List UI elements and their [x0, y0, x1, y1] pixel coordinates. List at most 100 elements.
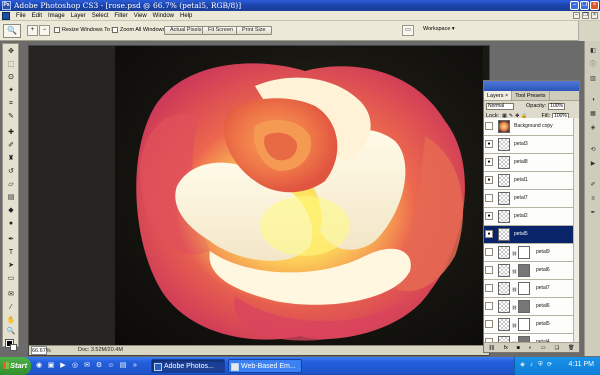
swatches-icon[interactable]: ▦: [588, 110, 598, 119]
menu-file[interactable]: File: [13, 13, 29, 19]
navigator-icon[interactable]: ◧: [588, 47, 598, 56]
mask-link-icon[interactable]: ⛓: [512, 305, 517, 310]
layers-panel-header[interactable]: [484, 81, 579, 91]
history-brush-tool-icon[interactable]: ↺: [5, 167, 17, 177]
fit-screen-button[interactable]: Fit Screen: [202, 26, 240, 35]
brushes-icon[interactable]: ✐: [588, 181, 598, 190]
tray-update-icon[interactable]: ⟳: [546, 362, 553, 369]
eraser-tool-icon[interactable]: ▱: [5, 180, 17, 190]
blend-mode-select[interactable]: Normal: [486, 102, 514, 110]
task-browser[interactable]: Web-Based Em...: [228, 359, 302, 373]
quicklaunch-more-icon[interactable]: »: [130, 361, 140, 371]
tab-tool-presets[interactable]: Tool Presets: [512, 91, 550, 100]
opacity-field[interactable]: 100%: [548, 102, 565, 110]
visibility-eye-icon[interactable]: [485, 194, 493, 202]
tab-layers[interactable]: Layers ×: [484, 91, 513, 100]
visibility-eye-icon[interactable]: [485, 230, 493, 238]
start-button[interactable]: Start: [0, 357, 31, 375]
dodge-tool-icon[interactable]: ●: [5, 219, 17, 229]
color-icon[interactable]: ◑: [588, 96, 598, 105]
layer-list-scrollbar[interactable]: [573, 118, 579, 342]
layer-row[interactable]: ⛓ petal6: [484, 262, 579, 280]
zoom-out-icon[interactable]: −: [39, 25, 50, 36]
info-icon[interactable]: ⓘ: [588, 61, 598, 70]
visibility-eye-icon[interactable]: [485, 212, 493, 220]
layer-row[interactable]: petal2: [484, 208, 579, 226]
actions-icon[interactable]: ▶: [588, 160, 598, 169]
hand-tool-icon[interactable]: ✋: [5, 316, 17, 326]
doc-minimize-icon[interactable]: –: [573, 12, 580, 19]
tray-security-icon[interactable]: ⛨: [537, 362, 544, 369]
move-tool-icon[interactable]: ✥: [5, 47, 17, 57]
eyedropper-sample-tool-icon[interactable]: ⁄: [5, 303, 17, 313]
styles-icon[interactable]: ◈: [588, 124, 598, 133]
quicklaunch-folder-icon[interactable]: ▤: [118, 361, 128, 371]
layer-mask-thumbnail[interactable]: [518, 300, 530, 313]
layer-row[interactable]: ⛓ petal6: [484, 298, 579, 316]
clone-stamp-tool-icon[interactable]: ♜: [5, 154, 17, 164]
shape-tool-icon[interactable]: ▭: [5, 274, 17, 284]
layer-row[interactable]: ⛓ petal5: [484, 316, 579, 334]
visibility-eye-icon[interactable]: [485, 248, 493, 256]
layer-row[interactable]: Background copy: [484, 118, 579, 136]
eyedropper-tool-icon[interactable]: ✎: [5, 112, 17, 122]
palette-well-icon[interactable]: ▭: [402, 25, 414, 36]
histogram-icon[interactable]: ▥: [588, 75, 598, 84]
quicklaunch-explorer-icon[interactable]: ◎: [70, 361, 80, 371]
layer-mask-thumbnail[interactable]: [518, 318, 530, 331]
layer-row[interactable]: ⛓ petal9: [484, 244, 579, 262]
blur-tool-icon[interactable]: ◆: [5, 206, 17, 216]
zoom-level-field[interactable]: 66.67%: [31, 346, 51, 355]
visibility-eye-icon[interactable]: [485, 158, 493, 166]
pen-tool-icon[interactable]: ✒: [5, 235, 17, 245]
channels-icon[interactable]: ≡: [588, 195, 598, 204]
tray-volume-icon[interactable]: ♪: [528, 362, 535, 369]
adjustment-layer-icon[interactable]: ◐: [529, 345, 532, 351]
layer-mask-thumbnail[interactable]: [518, 264, 530, 277]
quicklaunch-mail-icon[interactable]: ✉: [82, 361, 92, 371]
restore-icon[interactable]: ❐: [580, 1, 589, 10]
layer-row[interactable]: ⛓petal4: [484, 334, 579, 342]
zoom-tool-icon[interactable]: 🔍: [5, 327, 17, 337]
path-selection-tool-icon[interactable]: ➤: [5, 261, 17, 271]
marquee-tool-icon[interactable]: ⬚: [5, 60, 17, 70]
visibility-eye-icon[interactable]: [485, 266, 493, 274]
history-icon[interactable]: ⟲: [588, 146, 598, 155]
quicklaunch-desktop-icon[interactable]: ▣: [46, 361, 56, 371]
close-icon[interactable]: ×: [590, 1, 599, 10]
resize-windows-checkbox[interactable]: Resize Windows To Fit: [54, 27, 118, 33]
mask-link-icon[interactable]: ⛓: [512, 323, 517, 328]
menu-window[interactable]: Window: [150, 13, 177, 19]
visibility-eye-icon[interactable]: [485, 122, 493, 130]
new-layer-icon[interactable]: ❏: [555, 345, 559, 351]
layer-row[interactable]: petal3: [484, 136, 579, 154]
menu-layer[interactable]: Layer: [68, 13, 89, 19]
visibility-eye-icon[interactable]: [485, 140, 493, 148]
mask-link-icon[interactable]: ⛓: [512, 251, 517, 256]
quicklaunch-browser-icon[interactable]: ◉: [34, 361, 44, 371]
tray-network-icon[interactable]: ◈: [519, 362, 526, 369]
magic-wand-tool-icon[interactable]: ✦: [5, 86, 17, 96]
doc-size-info[interactable]: Doc: 3.52M/20.4M: [78, 346, 123, 355]
visibility-eye-icon[interactable]: [485, 176, 493, 184]
quicklaunch-media-icon[interactable]: ▶: [58, 361, 68, 371]
notes-tool-icon[interactable]: ✉: [5, 290, 17, 300]
paths-icon[interactable]: ✒: [588, 209, 598, 218]
layer-mask-thumbnail[interactable]: [518, 282, 530, 295]
visibility-eye-icon[interactable]: [485, 284, 493, 292]
new-group-icon[interactable]: ▭: [541, 345, 546, 351]
layer-style-icon[interactable]: fx: [504, 345, 508, 351]
image-canvas[interactable]: [115, 46, 483, 347]
gradient-tool-icon[interactable]: ▤: [5, 193, 17, 203]
layer-mask-thumbnail[interactable]: [518, 246, 530, 259]
quicklaunch-app-icon[interactable]: ⚙: [94, 361, 104, 371]
layer-row[interactable]: petal7: [484, 190, 579, 208]
menu-image[interactable]: Image: [45, 13, 68, 19]
task-photoshop[interactable]: Adobe Photos...: [151, 359, 225, 373]
zoom-in-icon[interactable]: +: [27, 25, 38, 36]
type-tool-icon[interactable]: T: [5, 248, 17, 258]
menu-help[interactable]: Help: [177, 13, 195, 19]
menu-select[interactable]: Select: [89, 13, 112, 19]
menu-edit[interactable]: Edit: [29, 13, 45, 19]
background-color-swatch[interactable]: [10, 344, 17, 351]
